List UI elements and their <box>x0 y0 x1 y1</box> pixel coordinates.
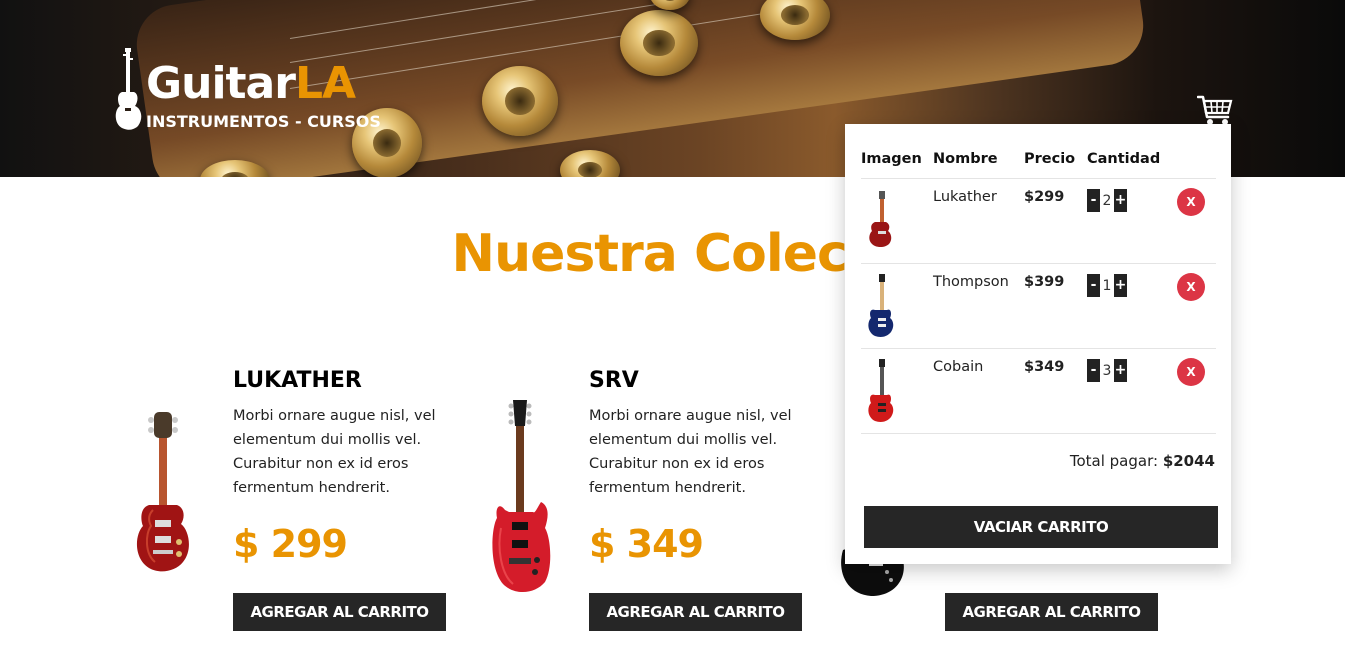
product-name: Lukather <box>233 368 362 393</box>
tuning-peg <box>620 10 698 76</box>
guitar-logo-icon <box>115 48 142 130</box>
logo-accent-text: LA <box>294 58 356 109</box>
product-info: SRV Morbi ornare augue nisl, vel element… <box>589 366 819 566</box>
product-card: Lukather Morbi ornare augue nisl, vel el… <box>135 360 475 640</box>
logo-title: GuitarLA <box>146 58 356 109</box>
cart-item-image-cell <box>861 263 933 349</box>
remove-item-button[interactable]: X <box>1177 188 1205 216</box>
logo[interactable]: GuitarLA INSTRUMENTOS - CURSOS <box>114 48 384 132</box>
column-header-actions <box>1171 142 1216 179</box>
cart-item-quantity: - 3 + <box>1087 348 1171 434</box>
quantity-value: 3 <box>1102 362 1112 379</box>
cart-table-header: Imagen Nombre Precio Cantidad <box>861 142 1216 179</box>
add-to-cart-button[interactable]: Agregar al carrito <box>589 593 802 631</box>
quantity-stepper: - 3 + <box>1087 359 1127 382</box>
product-price: $ 299 <box>233 522 348 566</box>
product-info: Lukather Morbi ornare augue nisl, vel el… <box>233 366 463 566</box>
cart-item-image-cell <box>861 178 933 264</box>
quantity-stepper: - 2 + <box>1087 189 1127 212</box>
column-header-image: Imagen <box>861 142 933 179</box>
clear-cart-button[interactable]: Vaciar carrito <box>864 506 1218 548</box>
cart-total-label: Total pagar: <box>1069 452 1163 470</box>
product-description: Morbi ornare augue nisl, vel elementum d… <box>589 408 792 496</box>
product-description: Morbi ornare augue nisl, vel elementum d… <box>233 408 436 496</box>
decrement-button[interactable]: - <box>1087 189 1100 212</box>
quantity-value: 1 <box>1102 277 1112 294</box>
quantity-value: 2 <box>1102 192 1112 209</box>
cart-item-price: $299 <box>1024 178 1087 264</box>
cart-item-price: $349 <box>1024 348 1087 434</box>
cart-item-image-guitar <box>869 191 892 248</box>
cart-row: Lukather $299 - 2 + X <box>861 178 1216 264</box>
cart-item-price: $399 <box>1024 263 1087 349</box>
quantity-stepper: - 1 + <box>1087 274 1127 297</box>
cart-item-image-guitar <box>868 359 894 422</box>
product-name: SRV <box>589 368 639 393</box>
logo-main-text: Guitar <box>146 58 296 109</box>
product-image-guitar <box>136 412 189 572</box>
cart-row: Thompson $399 - 1 + X <box>861 263 1216 349</box>
decrement-button[interactable]: - <box>1087 359 1100 382</box>
product-image-guitar <box>492 400 551 593</box>
product-price: $ 349 <box>589 522 704 566</box>
product-card: SRV Morbi ornare augue nisl, vel element… <box>491 360 831 640</box>
cart-item-actions: X <box>1171 263 1216 349</box>
cart-total-value: $2044 <box>1162 452 1215 470</box>
logo-subtitle: INSTRUMENTOS - CURSOS <box>146 112 381 131</box>
increment-button[interactable]: + <box>1114 189 1127 212</box>
column-header-quantity: Cantidad <box>1087 142 1171 179</box>
tuning-peg <box>482 66 558 136</box>
cart-total: Total pagar: $2044 <box>1070 452 1215 470</box>
cart-item-name: Thompson <box>933 263 1024 349</box>
cart-icon[interactable] <box>1197 95 1233 127</box>
cart-item-actions: X <box>1171 178 1216 264</box>
tuning-peg <box>560 150 620 177</box>
decrement-button[interactable]: - <box>1087 274 1100 297</box>
column-header-price: Precio <box>1024 142 1087 179</box>
cart-item-quantity: - 2 + <box>1087 178 1171 264</box>
remove-item-button[interactable]: X <box>1177 358 1205 386</box>
increment-button[interactable]: + <box>1114 359 1127 382</box>
cart-item-image-cell <box>861 348 933 434</box>
cart-row: Cobain $349 - 3 + X <box>861 348 1216 434</box>
cart-table: Imagen Nombre Precio Cantidad Lukather $… <box>861 142 1216 434</box>
increment-button[interactable]: + <box>1114 274 1127 297</box>
add-to-cart-button[interactable]: Agregar al carrito <box>233 593 446 631</box>
cart-item-actions: X <box>1171 348 1216 434</box>
remove-item-button[interactable]: X <box>1177 273 1205 301</box>
column-header-name: Nombre <box>933 142 1024 179</box>
cart-dropdown: Imagen Nombre Precio Cantidad Lukather $… <box>845 124 1231 564</box>
cart-item-name: Cobain <box>933 348 1024 434</box>
cart-item-quantity: - 1 + <box>1087 263 1171 349</box>
add-to-cart-button[interactable]: Agregar al carrito <box>945 593 1158 631</box>
cart-item-name: Lukather <box>933 178 1024 264</box>
cart-item-image-guitar <box>868 274 894 337</box>
